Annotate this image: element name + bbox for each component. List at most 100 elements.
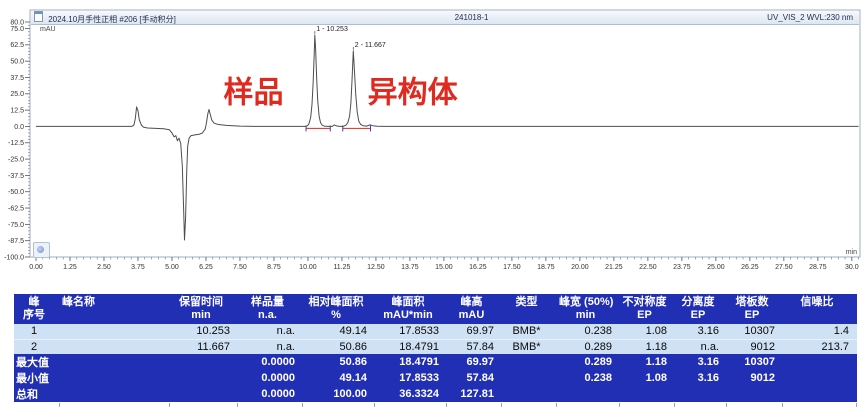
table-header-row: 峰序号峰名称保留时间min样品量n.a.相对峰面积%峰面积mAU*min峰高mA… <box>14 294 857 324</box>
peak-cell: 9012 <box>727 339 783 354</box>
summary-row-total: 总和0.0000100.0036.3324127.81 <box>14 386 857 402</box>
svg-text:7.50: 7.50 <box>233 264 247 271</box>
peak-cell: 2 <box>14 339 60 354</box>
summary-row-min: 最小值0.000049.1417.853357.840.2381.083.169… <box>14 370 857 386</box>
y-axis: 80.075.062.550.037.525.012.50.0-12.5-25.… <box>4 19 30 261</box>
svg-text:2.50: 2.50 <box>97 264 111 271</box>
column-header: 塔板数EP <box>727 294 783 324</box>
svg-text:11.25: 11.25 <box>333 264 350 271</box>
document-icon <box>34 11 43 22</box>
svg-text:2 - 11.667: 2 - 11.667 <box>355 42 386 49</box>
summary-cell <box>502 354 557 370</box>
peak-cell: 49.14 <box>303 324 375 339</box>
svg-text:-62.5: -62.5 <box>8 205 24 212</box>
summary-cell <box>783 354 857 370</box>
peak-cell <box>60 324 170 339</box>
summary-cell: 1.08 <box>620 370 675 386</box>
svg-text:20.00: 20.00 <box>571 264 589 271</box>
svg-text:25.00: 25.00 <box>707 264 725 271</box>
summary-cell: 10307 <box>727 354 783 370</box>
peak-cell: 213.7 <box>783 339 857 354</box>
chart-title: 2024.10月手性正相 #206 [手动积分] <box>48 15 176 24</box>
svg-text:21.25: 21.25 <box>605 264 623 271</box>
summary-row-max: 最大值0.000050.8618.479169.970.2891.183.161… <box>14 354 857 370</box>
summary-cell: 0.0000 <box>238 386 303 402</box>
column-header: 类型 <box>502 294 557 324</box>
peak-cell: BMB* <box>502 324 557 339</box>
svg-text:异构体: 异构体 <box>368 76 459 109</box>
peak-cell: BMB* <box>502 339 557 354</box>
plot-corner-button[interactable] <box>33 242 50 258</box>
summary-cell <box>502 386 557 402</box>
svg-text:-100.0: -100.0 <box>4 254 24 261</box>
x-axis: 0.001.252.503.755.006.257.508.7510.0011.… <box>29 257 859 271</box>
chromatogram-plot[interactable]: 80.075.062.550.037.525.012.50.0-12.5-25.… <box>0 0 868 274</box>
svg-text:17.50: 17.50 <box>503 264 521 271</box>
peak-row-1[interactable]: 110.253n.a.49.1417.853369.97BMB*0.2381.0… <box>14 324 857 339</box>
summary-cell: 100.00 <box>303 386 375 402</box>
column-divider-tick <box>726 403 727 407</box>
peak-cell: 57.84 <box>447 339 502 354</box>
svg-text:18.75: 18.75 <box>537 264 555 271</box>
svg-text:1.25: 1.25 <box>63 264 77 271</box>
svg-text:37.5: 37.5 <box>10 75 24 82</box>
svg-text:23.75: 23.75 <box>673 264 691 271</box>
svg-text:0.00: 0.00 <box>29 264 43 271</box>
svg-text:22.50: 22.50 <box>639 264 657 271</box>
summary-cell: 总和 <box>14 386 60 402</box>
peak-cell: n.a. <box>675 339 727 354</box>
summary-cell: 3.16 <box>675 354 727 370</box>
summary-cell: 49.14 <box>303 370 375 386</box>
column-divider-tick <box>446 403 447 407</box>
summary-cell: 18.4791 <box>375 354 447 370</box>
column-divider-tick <box>374 403 375 407</box>
svg-text:-50.0: -50.0 <box>8 189 24 196</box>
svg-text:15.00: 15.00 <box>435 264 453 271</box>
svg-text:-75.0: -75.0 <box>8 222 24 229</box>
peak-results-table: 峰序号峰名称保留时间min样品量n.a.相对峰面积%峰面积mAU*min峰高mA… <box>14 294 857 402</box>
summary-cell: 最大值 <box>14 354 60 370</box>
peak-cell: 0.289 <box>557 339 620 354</box>
svg-text:25.0: 25.0 <box>10 91 24 98</box>
svg-text:5.00: 5.00 <box>165 264 179 271</box>
peak-row-2[interactable]: 211.667n.a.50.8618.479157.84BMB*0.2891.1… <box>14 339 857 354</box>
summary-cell: 0.238 <box>557 370 620 386</box>
svg-text:26.25: 26.25 <box>741 264 759 271</box>
peak-cell: n.a. <box>238 324 303 339</box>
column-header: 分离度EP <box>675 294 727 324</box>
peak-cell: 1 <box>14 324 60 339</box>
column-header: 样品量n.a. <box>238 294 303 324</box>
chromatography-report: 80.075.062.550.037.525.012.50.0-12.5-25.… <box>0 0 868 417</box>
plot-frame <box>30 10 860 257</box>
peak-cell <box>60 339 170 354</box>
column-header: 不对称度EP <box>620 294 675 324</box>
summary-cell: 3.16 <box>675 370 727 386</box>
peak-cell: 3.16 <box>675 324 727 339</box>
summary-cell: 57.84 <box>447 370 502 386</box>
sample-name: 241018-1 <box>176 13 767 22</box>
svg-text:-37.5: -37.5 <box>8 173 24 180</box>
summary-cell <box>557 386 620 402</box>
chromatogram-panel: 80.075.062.550.037.525.012.50.0-12.5-25.… <box>0 0 868 274</box>
summary-cell: 最小值 <box>14 370 60 386</box>
column-header: 信噪比 <box>783 294 857 324</box>
peak-cell: 1.4 <box>783 324 857 339</box>
column-header: 相对峰面积% <box>303 294 375 324</box>
svg-text:8.75: 8.75 <box>267 264 281 271</box>
summary-cell <box>620 386 675 402</box>
peak-cell: 1.18 <box>620 339 675 354</box>
summary-cell <box>60 370 170 386</box>
summary-cell <box>783 386 857 402</box>
table-column-ticks <box>14 402 857 408</box>
svg-text:0.0: 0.0 <box>14 124 24 131</box>
summary-cell <box>502 370 557 386</box>
summary-cell: 0.0000 <box>238 354 303 370</box>
column-header: 峰面积mAU*min <box>375 294 447 324</box>
summary-cell <box>783 370 857 386</box>
summary-cell: 50.86 <box>303 354 375 370</box>
summary-cell <box>170 354 238 370</box>
summary-cell <box>675 386 727 402</box>
summary-cell: 0.289 <box>557 354 620 370</box>
peak-cell: 50.86 <box>303 339 375 354</box>
summary-cell: 36.3324 <box>375 386 447 402</box>
